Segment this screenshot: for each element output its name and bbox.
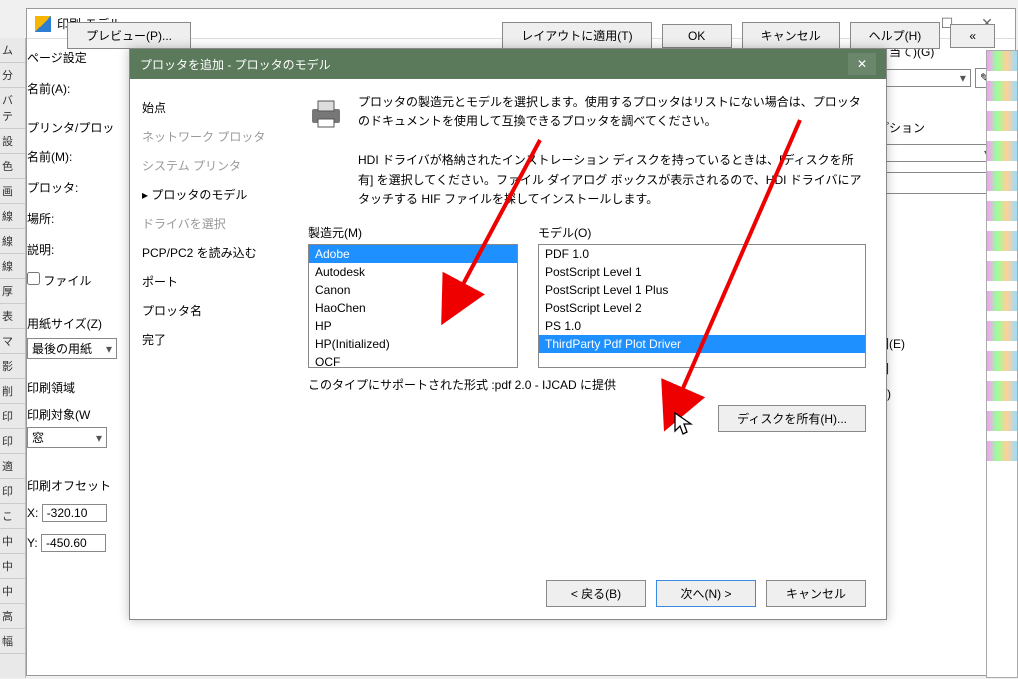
wizard-cancel-button[interactable]: キャンセル [766,580,866,607]
wizard-step-model: プロッタのモデル [140,180,278,209]
wizard-step-start: 始点 [140,93,278,122]
model-item[interactable]: PostScript Level 2 [539,299,865,317]
wizard-titlebar: プロッタを追加 - プロッタのモデル ✕ [130,49,886,79]
print-offset-label: 印刷オフセット [27,477,111,494]
name-m-label: 名前(M): [27,150,72,164]
x-label: X: [27,506,38,520]
manufacturer-item[interactable]: HP [309,317,517,335]
app-left-strip: ム 分 バテ 設 色 画 線 線 線 厚 表 マ 影 削 印 印 適 印 こ 中… [0,38,26,678]
strip-item: 分 [0,63,25,88]
strip-item: 高 [0,604,25,629]
have-disk-button[interactable]: ディスクを所有(H)... [718,405,866,432]
wizard-desc-2: HDI ドライバが格納されたインストレーション ディスクを持っているときは、[デ… [358,151,866,209]
right-dock-strip [986,50,1018,678]
page-settings-label: ページ設定 [27,49,87,66]
strip-item: 削 [0,379,25,404]
manufacturer-item[interactable]: Adobe [309,245,517,263]
model-item[interactable]: PDF 1.0 [539,245,865,263]
name-a-label: 名前(A): [27,82,70,96]
app-icon [35,16,51,32]
strip-item: 印 [0,479,25,504]
file-output-label: ファイル [43,274,91,288]
strip-item: 画 [0,179,25,204]
strip-item: 線 [0,229,25,254]
supported-format-text: このタイプにサポートされた形式 :pdf 2.0 - IJCAD に提供 [308,376,866,393]
printer-plotter-label: プリンタ/プロッ [27,119,114,136]
strip-item: 中 [0,554,25,579]
collapse-button[interactable]: « [950,24,995,48]
model-item[interactable]: PS 1.0 [539,317,865,335]
wizard-step-pcp: PCP/PC2 を読み込む [140,238,278,267]
strip-item: バテ [0,88,25,129]
y-label: Y: [27,536,38,550]
location-label: 場所: [27,212,54,226]
manufacturer-item[interactable]: Canon [309,281,517,299]
strip-item: 適 [0,454,25,479]
strip-item: 表 [0,304,25,329]
strip-item: 厚 [0,279,25,304]
printer-icon [308,95,344,131]
strip-item: 中 [0,579,25,604]
model-item[interactable]: PostScript Level 1 Plus [539,281,865,299]
wizard-step-system: システム プリンタ [140,151,278,180]
strip-item: 印 [0,404,25,429]
help-button[interactable]: ヘルプ(H) [850,22,941,49]
strip-item: こ [0,504,25,529]
manufacturer-label: 製造元(M) [308,224,518,241]
print-target-dropdown[interactable]: 窓 [27,427,107,448]
add-plotter-wizard: プロッタを追加 - プロッタのモデル ✕ 始点 ネットワーク プロッタ システム… [129,48,887,620]
wizard-steps: 始点 ネットワーク プロッタ システム プリンタ プロッタのモデル ドライバを選… [130,79,288,619]
wizard-step-network: ネットワーク プロッタ [140,122,278,151]
manufacturer-item[interactable]: HP(Initialized) [309,335,517,353]
manufacturer-listbox[interactable]: AdobeAutodeskCanonHaoChenHPHP(Initialize… [308,244,518,368]
strip-item: 幅 [0,629,25,654]
paper-size-dropdown[interactable]: 最後の用紙 [27,338,117,359]
paper-size-label: 用紙サイズ(Z) [27,315,117,332]
ok-button[interactable]: OK [662,24,732,48]
strip-item: 印 [0,429,25,454]
offset-x-input[interactable] [42,504,107,522]
file-output-checkbox[interactable] [27,272,40,285]
strip-item: 中 [0,529,25,554]
wizard-title-text: プロッタを追加 - プロッタのモデル [140,56,848,73]
model-item[interactable]: ThirdParty Pdf Plot Driver [539,335,865,353]
print-target-label: 印刷対象(W [27,408,90,422]
back-button[interactable]: < 戻る(B) [546,580,646,607]
model-label: モデル(O) [538,224,866,241]
manufacturer-item[interactable]: HaoChen [309,299,517,317]
model-item[interactable]: PostScript Level 1 [539,263,865,281]
manufacturer-item[interactable]: Autodesk [309,263,517,281]
wizard-step-done: 完了 [140,325,278,354]
preview-button[interactable]: プレビュー(P)... [67,22,191,49]
print-area-label: 印刷領域 [27,379,107,396]
next-button[interactable]: 次へ(N) > [656,580,756,607]
plotter-label: プロッタ: [27,181,78,195]
wizard-desc-1: プロッタの製造元とモデルを選択します。使用するプロッタはリストにない場合は、プロ… [358,93,866,131]
apply-layout-button[interactable]: レイアウトに適用(T) [502,22,651,49]
cancel-button[interactable]: キャンセル [742,22,840,49]
wizard-close-button[interactable]: ✕ [848,53,876,75]
wizard-step-driver: ドライバを選択 [140,209,278,238]
strip-item: 設 [0,129,25,154]
offset-y-input[interactable] [41,534,106,552]
strip-item: 影 [0,354,25,379]
strip-item: 色 [0,154,25,179]
description-label: 説明: [27,243,54,257]
strip-item: マ [0,329,25,354]
strip-item: 線 [0,254,25,279]
wizard-step-name: プロッタ名 [140,296,278,325]
strip-item: 線 [0,204,25,229]
model-listbox[interactable]: PDF 1.0PostScript Level 1PostScript Leve… [538,244,866,368]
strip-item: ム [0,38,25,63]
wizard-step-port: ポート [140,267,278,296]
manufacturer-item[interactable]: OCF [309,353,517,368]
